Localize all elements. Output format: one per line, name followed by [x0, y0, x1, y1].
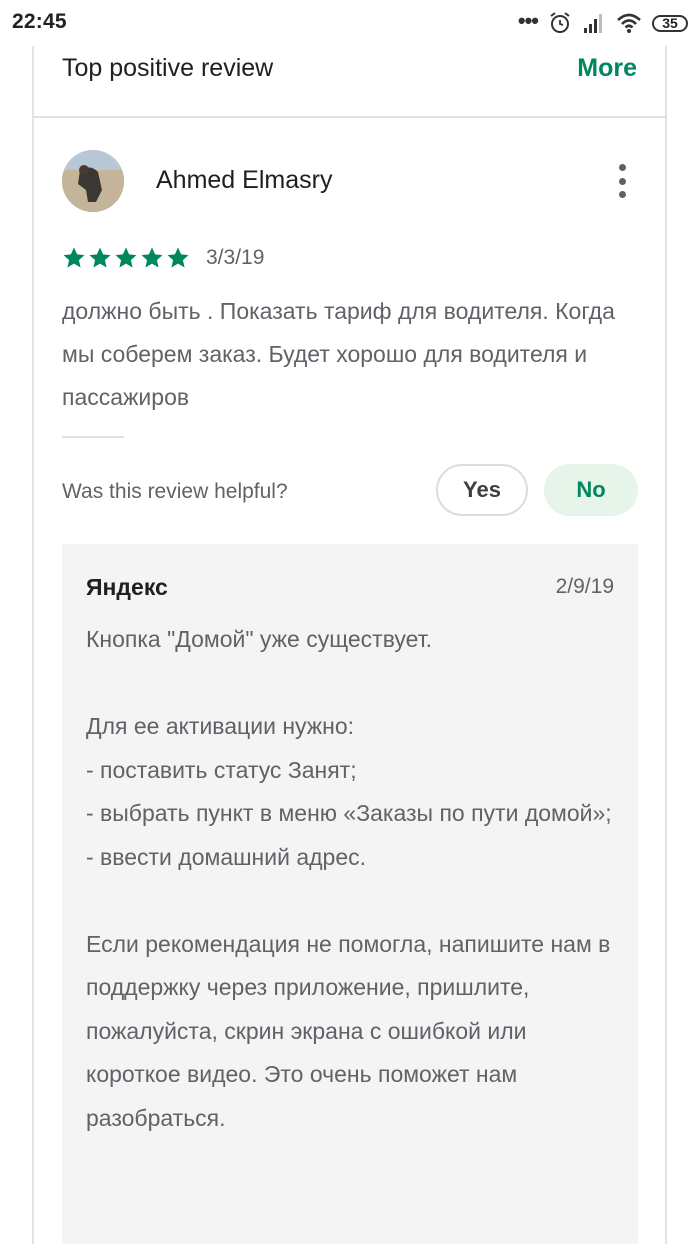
reviewer-avatar — [62, 150, 124, 212]
more-button[interactable]: More — [577, 54, 637, 83]
status-time: 22:45 — [12, 10, 67, 33]
divider — [62, 436, 124, 438]
helpful-question: Was this review helpful? — [62, 480, 288, 503]
battery-level: 35 — [662, 15, 678, 31]
alarm-icon — [550, 12, 570, 33]
review-text: должно быть . Показать тариф для водител… — [62, 298, 615, 410]
reply-author: Яндекс — [86, 574, 168, 600]
reviewer-name: Ahmed Elmasry — [156, 166, 333, 194]
star-icon — [141, 247, 163, 268]
section-header: Top positive review More — [32, 46, 667, 118]
developer-reply: Яндекс 2/9/19 Кнопка "Домой" уже существ… — [62, 544, 638, 1244]
section-title: Top positive review — [62, 54, 274, 82]
status-bar: 22:45 ••• 35 — [0, 0, 700, 46]
star-icon — [167, 247, 189, 268]
helpful-no-button[interactable]: No — [544, 464, 638, 516]
reply-text: Кнопка "Домой" уже существует. Для ее ак… — [86, 626, 612, 1131]
star-icon — [115, 247, 137, 268]
wifi-icon — [617, 13, 641, 33]
review-date: 3/3/19 — [206, 246, 265, 269]
star-rating — [62, 246, 190, 270]
more-options-icon[interactable] — [612, 164, 632, 198]
signal-icon — [584, 14, 602, 33]
avatar-photo — [62, 150, 124, 212]
star-icon — [89, 247, 111, 268]
reply-date: 2/9/19 — [555, 575, 614, 598]
star-icon — [63, 247, 85, 268]
helpful-yes-button[interactable]: Yes — [436, 464, 528, 516]
status-icons: ••• 35 — [518, 10, 688, 36]
battery-icon: 35 — [652, 14, 688, 32]
more-dots-icon: ••• — [517, 8, 539, 33]
